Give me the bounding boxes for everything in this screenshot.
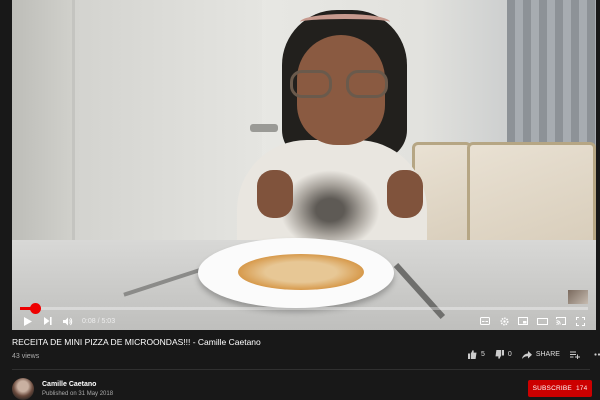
theater-mode-icon[interactable] — [534, 313, 550, 329]
video-title: RECEITA DE MINI PIZZA DE MICROONDAS!!! -… — [12, 337, 261, 347]
dislike-button[interactable]: 0 — [495, 350, 512, 359]
video-player[interactable]: 0:08 / 5:03 — [12, 0, 596, 330]
subscriber-count: 174 — [575, 385, 588, 392]
settings-gear-icon[interactable] — [496, 313, 512, 329]
view-count: 43 views — [12, 353, 40, 360]
video-actions: 5 0 SHARE — [458, 350, 600, 359]
more-options-button[interactable] — [594, 353, 600, 356]
youtube-watch-page: 0:08 / 5:03 RECEITA DE MINI PIZZA DE MIC… — [0, 0, 600, 400]
scene-glasses — [290, 70, 390, 100]
channel-avatar[interactable] — [12, 378, 34, 400]
subtitles-icon[interactable] — [477, 313, 493, 329]
subscribe-label: SUBSCRIBE — [532, 385, 572, 392]
share-label: SHARE — [535, 351, 560, 358]
thumbs-up-icon — [468, 350, 477, 359]
time-display: 0:08 / 5:03 — [82, 317, 116, 325]
scene-door — [72, 0, 262, 245]
section-divider — [12, 369, 590, 370]
thumbs-down-icon — [495, 350, 504, 359]
channel-name[interactable]: Camille Caetano — [42, 381, 96, 388]
playlist-add-icon — [569, 351, 580, 359]
scene-hand — [257, 170, 293, 218]
scene-curtain — [507, 0, 596, 160]
share-arrow-icon — [521, 350, 532, 359]
progress-bar[interactable] — [20, 307, 588, 310]
video-frame — [12, 0, 596, 330]
dislike-count: 0 — [507, 351, 512, 358]
volume-icon[interactable] — [60, 313, 76, 329]
player-right-controls — [474, 313, 588, 329]
share-button[interactable]: SHARE — [521, 350, 560, 359]
time-current: 0:08 — [82, 317, 96, 325]
miniplayer-icon[interactable] — [515, 313, 531, 329]
fullscreen-icon[interactable] — [572, 313, 588, 329]
channel-watermark[interactable] — [568, 290, 588, 304]
like-count: 5 — [481, 351, 485, 358]
subscribe-button[interactable]: SUBSCRIBE 174 — [528, 380, 592, 397]
scene-headband — [300, 14, 390, 30]
time-total: 5:03 — [101, 317, 116, 325]
player-controls: 0:08 / 5:03 — [12, 312, 596, 330]
scene-food — [238, 254, 364, 290]
more-horizontal-icon — [594, 353, 600, 356]
next-icon[interactable] — [40, 313, 56, 329]
scene-hand — [387, 170, 423, 218]
scene-door-handle — [250, 124, 278, 132]
like-button[interactable]: 5 — [468, 350, 485, 359]
publish-date: Published on 31 May 2018 — [42, 391, 114, 397]
cast-icon[interactable] — [553, 313, 569, 329]
save-playlist-button[interactable] — [569, 351, 584, 359]
play-icon[interactable] — [20, 313, 36, 329]
